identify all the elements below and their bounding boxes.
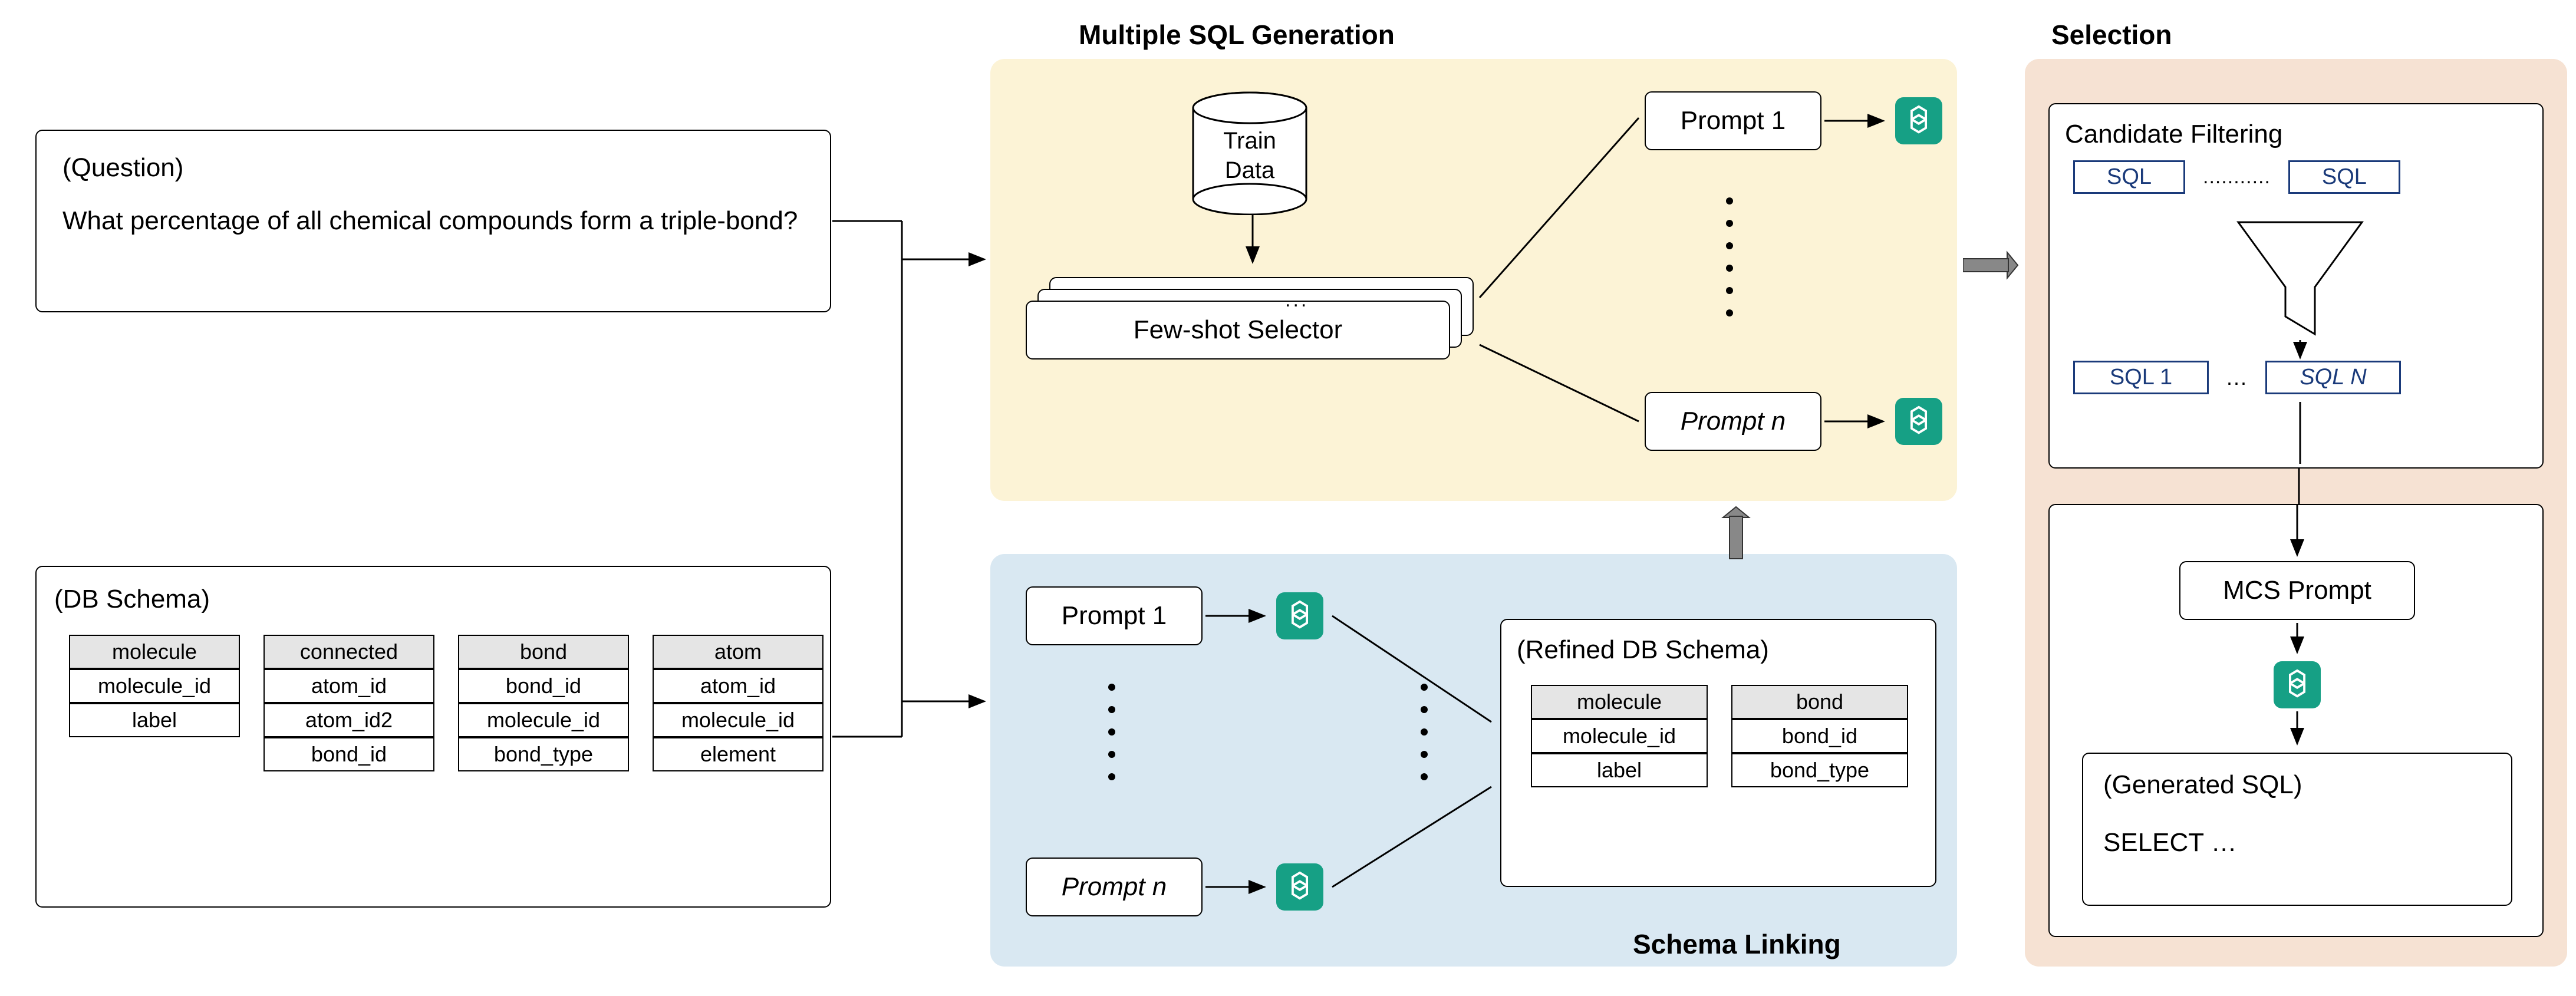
table-col: molecule_id: [69, 669, 240, 703]
train-data-label-bottom: Data: [1191, 157, 1309, 184]
table-col: element: [653, 737, 823, 771]
arrow-row-to-mcs: [2291, 402, 2309, 470]
table-head: bond: [458, 635, 629, 669]
schema-table-atom: atom atom_id molecule_id element: [653, 635, 823, 771]
dots-short: ...: [2226, 365, 2248, 390]
arrow-llm-to-sql: [2288, 711, 2306, 750]
schema-table-bond: bond bond_id molecule_id bond_type: [458, 635, 629, 771]
sl-prompt-1-label: Prompt 1: [1062, 601, 1167, 631]
openai-icon: [2274, 661, 2321, 708]
arrow-mcs-to-llm: [2288, 623, 2306, 658]
arrow-gen-to-selection: [1963, 248, 2019, 283]
input-connector-lines: [831, 212, 990, 760]
table-col: atom_id: [653, 669, 823, 703]
sql-box-generic: SQL: [2073, 160, 2185, 194]
table-col: bond_id: [1731, 719, 1908, 753]
refined-table-bond: bond bond_id bond_type: [1731, 685, 1908, 787]
gen-prompt-n-label: Prompt n: [1681, 407, 1786, 436]
selection-lower-box: MCS Prompt (Generated SQL) SELECT …: [2048, 504, 2544, 937]
sl-promptn-to-llm-arrow: [1205, 872, 1270, 902]
gen-prompt1-to-llm-arrow: [1824, 106, 1889, 136]
gen-selector-to-prompts: [1474, 109, 1651, 439]
openai-icon: [1895, 398, 1942, 445]
sl-llm-to-refined-lines: [1326, 604, 1503, 905]
gen-prompt-vdots: [1726, 197, 1733, 316]
sql-box-generic: SQL: [2288, 160, 2400, 194]
db-schema-label: (DB Schema): [54, 585, 812, 614]
funnel-icon: [2232, 216, 2368, 346]
refined-schema-box: (Refined DB Schema) molecule molecule_id…: [1500, 619, 1936, 887]
table-col: label: [69, 703, 240, 737]
sl-prompt-n-box: Prompt n: [1026, 858, 1203, 916]
table-head: molecule: [1531, 685, 1708, 719]
sl-prompt1-to-llm-arrow: [1205, 601, 1270, 631]
gen-promptn-to-llm-arrow: [1824, 407, 1889, 436]
schema-table-connected: connected atom_id atom_id2 bond_id: [263, 635, 434, 771]
table-col: atom_id2: [263, 703, 434, 737]
sl-prompt-n-label: Prompt n: [1062, 872, 1167, 902]
schema-linking-title: Schema Linking: [1633, 928, 1841, 960]
arrow-into-mcs: [2288, 505, 2306, 561]
table-col: molecule_id: [1531, 719, 1708, 753]
sql-1-box: SQL 1: [2073, 361, 2209, 394]
gen-prompt-n-box: Prompt n: [1645, 392, 1821, 451]
candidate-bottom-row: SQL 1 ... SQL N: [2073, 361, 2401, 394]
dots-long: ...........: [2203, 166, 2271, 189]
generated-sql-label: (Generated SQL): [2103, 770, 2491, 800]
few-shot-selector-label: Few-shot Selector: [1134, 315, 1343, 345]
generated-sql-box: (Generated SQL) SELECT …: [2082, 753, 2512, 906]
table-head: atom: [653, 635, 823, 669]
schema-table-molecule: molecule molecule_id label: [69, 635, 240, 737]
table-head: molecule: [69, 635, 240, 669]
table-head: bond: [1731, 685, 1908, 719]
few-shot-selector-box: Few-shot Selector: [1026, 301, 1450, 360]
openai-icon: [1895, 97, 1942, 144]
openai-icon: [1276, 863, 1323, 911]
gen-prompt-1-label: Prompt 1: [1681, 106, 1786, 136]
question-label: (Question): [62, 153, 804, 183]
table-col: bond_type: [1731, 753, 1908, 787]
few-shot-ellipsis: ...: [1285, 289, 1309, 312]
table-col: bond_id: [263, 737, 434, 771]
train-data-label-top: Train: [1191, 128, 1309, 154]
sql-generation-title: Multiple SQL Generation: [1079, 19, 1395, 51]
refined-table-molecule: molecule molecule_id label: [1531, 685, 1708, 787]
question-box: (Question) What percentage of all chemic…: [35, 130, 831, 312]
openai-icon: [1276, 592, 1323, 639]
arrow-funnel-to-row: [2291, 340, 2309, 364]
candidate-filtering-box: Candidate Filtering SQL ........... SQL …: [2048, 103, 2544, 469]
gen-prompt-1-box: Prompt 1: [1645, 91, 1821, 150]
mcs-prompt-label: MCS Prompt: [2223, 576, 2371, 605]
table-head: connected: [263, 635, 434, 669]
arrow-schema-to-gen: [1718, 506, 1754, 562]
sl-prompt-1-box: Prompt 1: [1026, 586, 1203, 645]
table-col: bond_id: [458, 669, 629, 703]
selection-title: Selection: [2051, 19, 2172, 51]
mcs-prompt-box: MCS Prompt: [2179, 561, 2415, 620]
table-col: molecule_id: [653, 703, 823, 737]
db-schema-box: (DB Schema) molecule molecule_id label c…: [35, 566, 831, 908]
arrow-filtering-to-lower: [2290, 469, 2308, 505]
question-text: What percentage of all chemical compound…: [62, 206, 804, 236]
table-col: label: [1531, 753, 1708, 787]
generated-sql-text: SELECT …: [2103, 828, 2491, 858]
train-data-cylinder: Train Data: [1191, 91, 1309, 215]
table-col: bond_type: [458, 737, 629, 771]
arrow-train-to-selector: [1244, 215, 1261, 274]
candidate-top-row: SQL ........... SQL: [2073, 160, 2400, 194]
refined-schema-label: (Refined DB Schema): [1517, 635, 1920, 665]
table-col: atom_id: [263, 669, 434, 703]
sql-n-box: SQL N: [2265, 361, 2401, 394]
candidate-filtering-label: Candidate Filtering: [2065, 120, 2527, 149]
table-col: molecule_id: [458, 703, 629, 737]
sl-prompt-vdots: [1108, 684, 1115, 780]
